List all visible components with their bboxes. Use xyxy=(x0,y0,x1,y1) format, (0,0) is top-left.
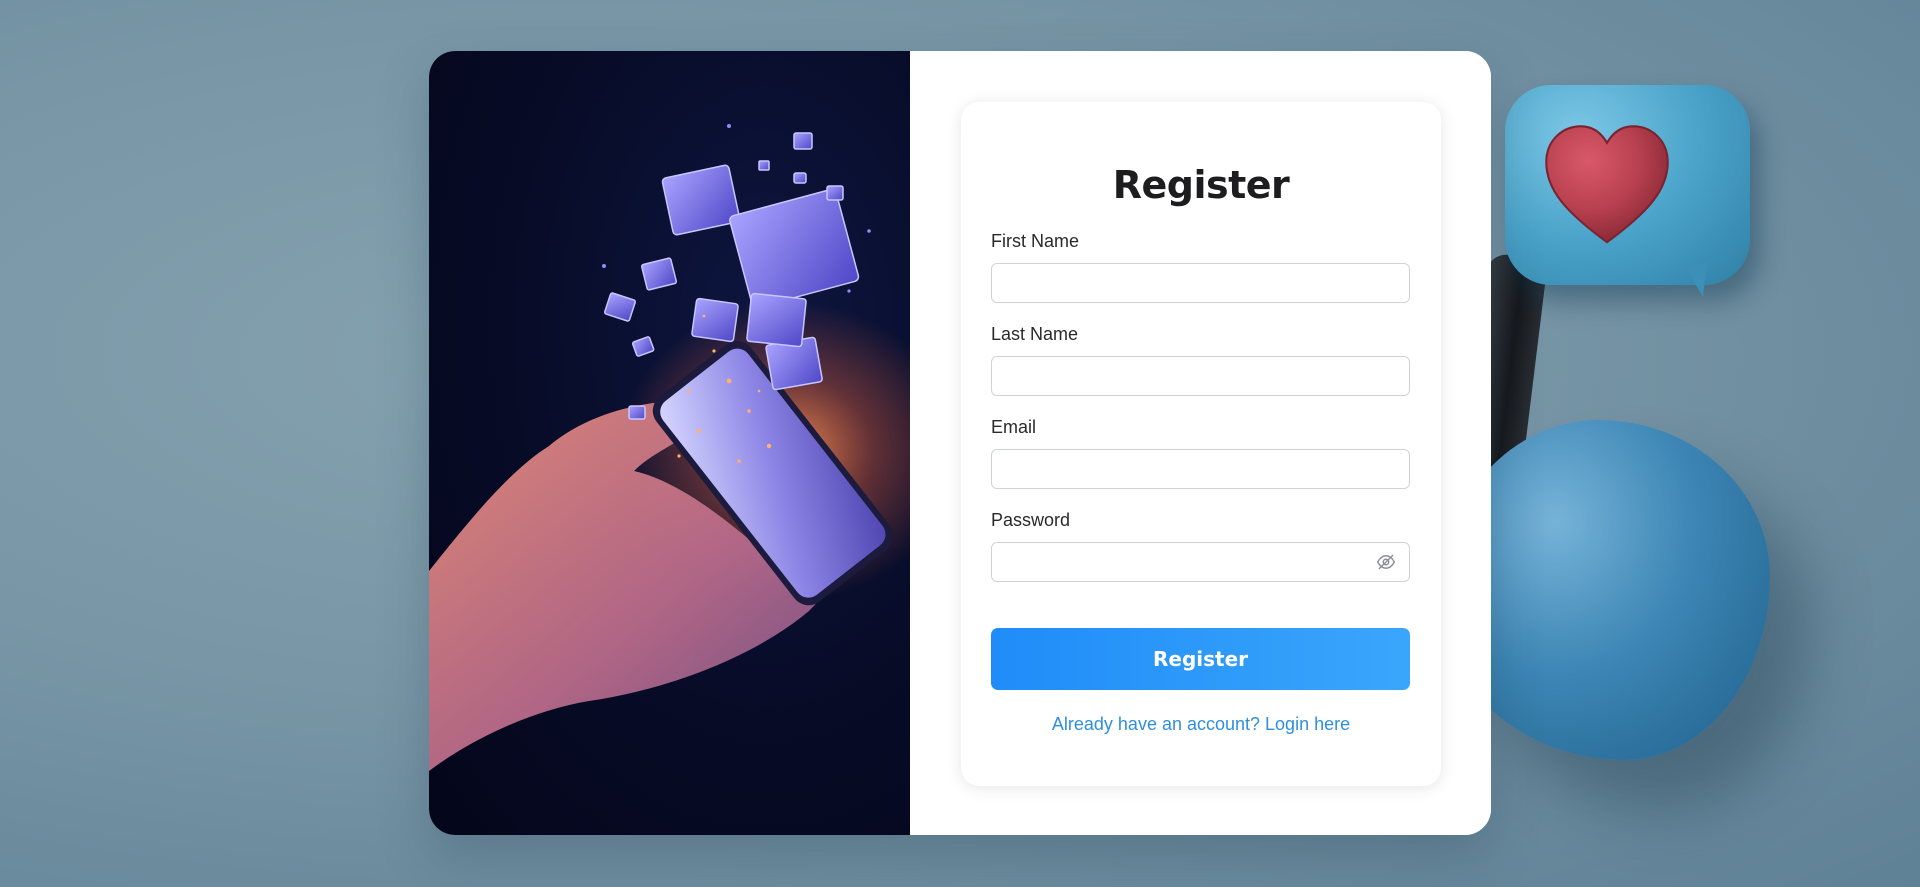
first-name-label: First Name xyxy=(991,231,1080,251)
heart-icon xyxy=(1545,125,1669,244)
email-input[interactable] xyxy=(991,449,1410,489)
register-card: Register First Name Last Name Email Pass… xyxy=(429,51,1491,835)
form-pane: Register First Name Last Name Email Pass… xyxy=(910,51,1491,835)
password-label: Password xyxy=(991,510,1071,530)
register-button[interactable]: Register xyxy=(991,628,1410,690)
password-input[interactable] xyxy=(991,542,1410,582)
login-link[interactable]: Already have an account? Login here xyxy=(991,712,1411,736)
hero-illustration xyxy=(429,51,910,835)
eye-off-icon[interactable] xyxy=(1376,552,1396,572)
hand-phone-gifts-illustration xyxy=(429,124,910,771)
last-name-input[interactable] xyxy=(991,356,1410,396)
password-field-wrap xyxy=(991,542,1410,582)
first-name-input[interactable] xyxy=(991,263,1410,303)
register-form: Register First Name Last Name Email Pass… xyxy=(961,102,1441,786)
form-title: Register xyxy=(1112,163,1290,207)
email-label: Email xyxy=(991,417,1037,437)
last-name-label: Last Name xyxy=(991,324,1079,344)
